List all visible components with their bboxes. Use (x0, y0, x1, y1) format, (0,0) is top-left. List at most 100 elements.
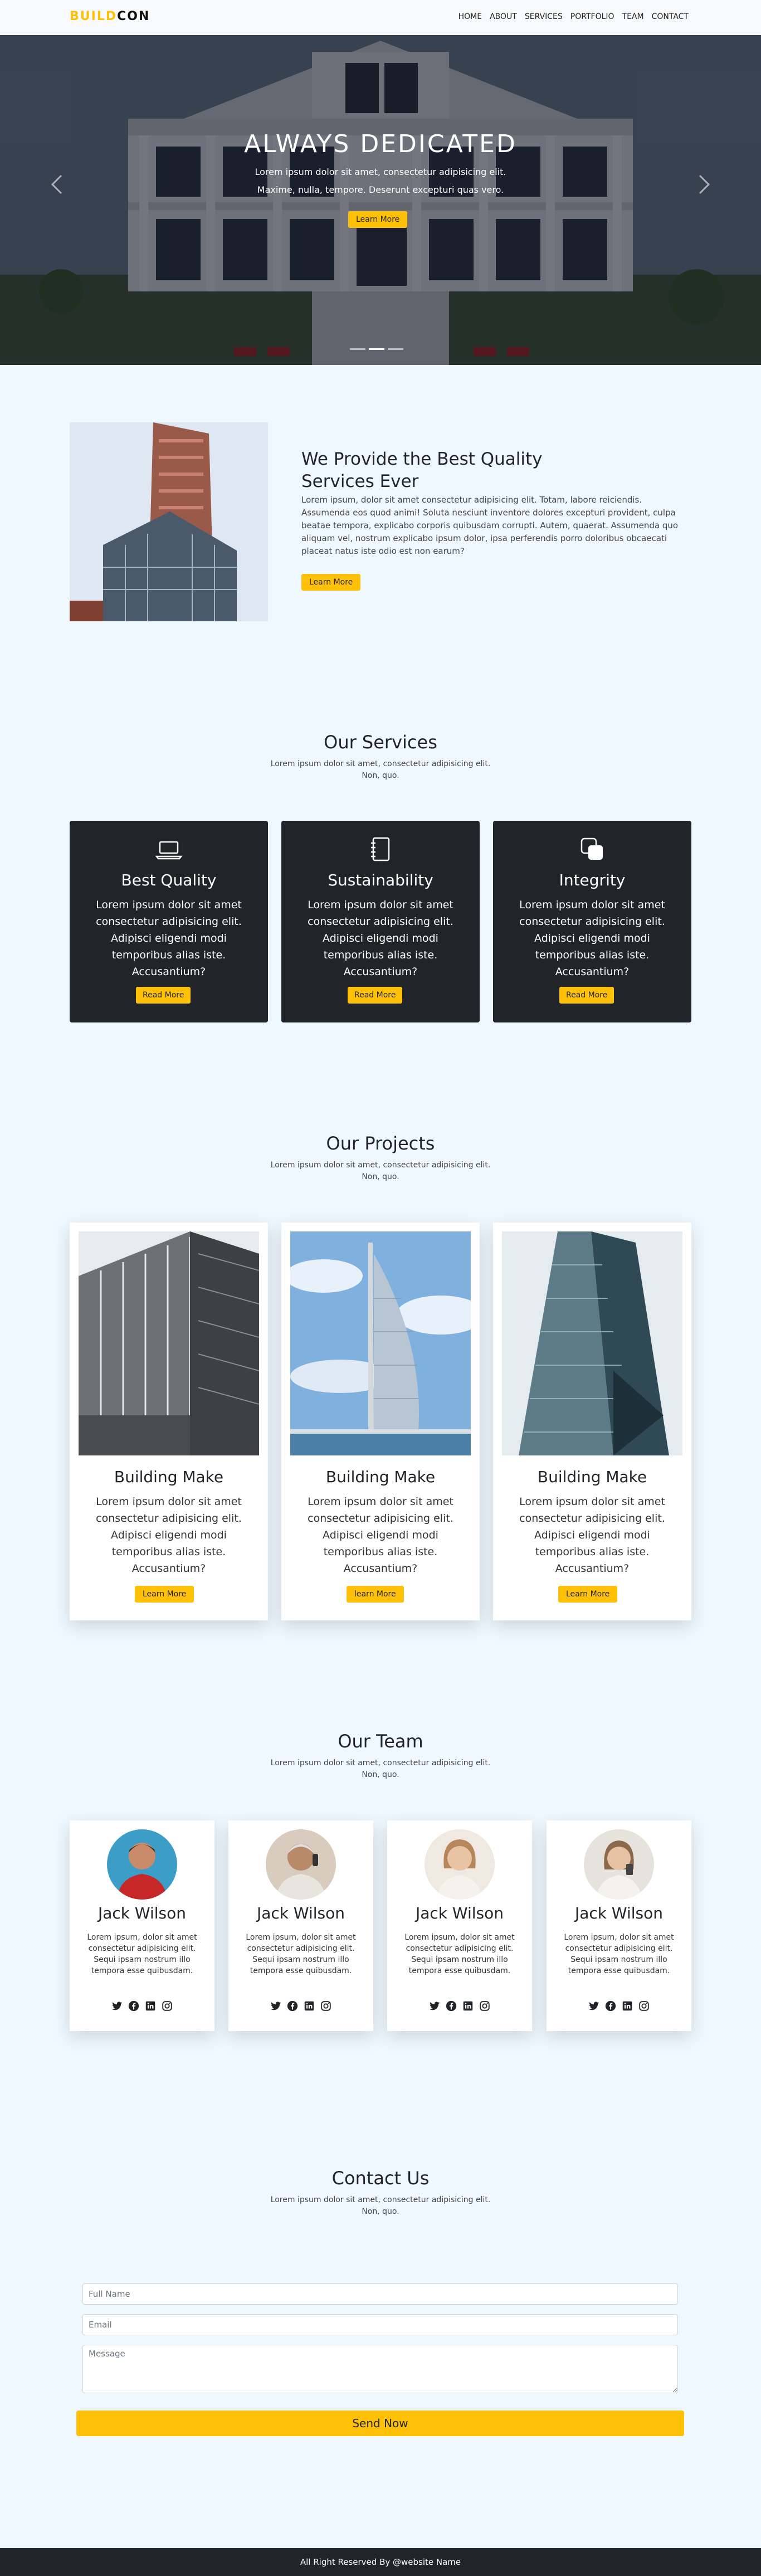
nav-link-home[interactable]: HOME (458, 12, 482, 21)
brand-part-1: BUILD (70, 9, 118, 23)
instagram-icon[interactable] (161, 2000, 173, 2012)
email-input[interactable] (82, 2314, 678, 2335)
project-learn-more-button[interactable]: learn More (347, 1586, 404, 1603)
services-title: Our Services (324, 732, 437, 753)
project-learn-more-button[interactable]: Learn More (558, 1586, 618, 1603)
instagram-icon[interactable] (638, 2000, 650, 2012)
nav-link-services[interactable]: SERVICES (525, 12, 563, 21)
member-bio: Lorem ipsum, dolor sit amet consectetur … (87, 1933, 197, 1975)
service-card-sustainability: Sustainability Lorem ipsum dolor sit ame… (281, 821, 480, 1022)
instagram-icon[interactable] (320, 2000, 332, 2012)
contact-title: Contact Us (331, 2168, 430, 2189)
send-now-button[interactable]: Send Now (76, 2411, 684, 2436)
project-image-sail-tower (290, 1231, 471, 1455)
nav-link-contact[interactable]: CONTACT (652, 12, 689, 21)
brand-logo[interactable]: BUILDCON (70, 9, 150, 23)
facebook-icon[interactable] (286, 2000, 299, 2012)
project-text: Lorem ipsum dolor sit amet consectetur a… (308, 1496, 453, 1575)
twitter-icon[interactable] (270, 2000, 282, 2012)
service-read-more-button[interactable]: Read More (136, 987, 191, 1004)
laptop-icon (155, 835, 183, 863)
twitter-icon[interactable] (428, 2000, 441, 2012)
contact-subtitle: Lorem ipsum dolor sit amet, consectetur … (270, 2195, 491, 2216)
projects-subtitle: Lorem ipsum dolor sit amet, consectetur … (270, 1161, 491, 1181)
team-title: Our Team (338, 1731, 423, 1752)
navbar: BUILDCON HOME ABOUT SERVICES PORTFOLIO T… (0, 0, 761, 35)
nav-link-about[interactable]: ABOUT (490, 12, 517, 21)
member-name: Jack Wilson (97, 1904, 187, 1922)
hero-line-1: Lorem ipsum dolor sit amet, consectetur … (255, 167, 506, 177)
carousel-indicators (350, 348, 403, 350)
social-links (70, 2000, 214, 2012)
footer: All Right Reserved By @website Name (0, 2548, 761, 2576)
journal-icon (367, 835, 394, 863)
service-text: Lorem ipsum dolor sit amet consectetur a… (96, 899, 242, 978)
social-links (387, 2000, 532, 2012)
chevron-left-icon[interactable] (50, 173, 64, 201)
about-building-image (70, 422, 268, 621)
nav-link-team[interactable]: TEAM (622, 12, 644, 21)
nav-menu: HOME ABOUT SERVICES PORTFOLIO TEAM CONTA… (458, 12, 689, 21)
facebook-icon[interactable] (128, 2000, 140, 2012)
project-card: Building Make Lorem ipsum dolor sit amet… (70, 1223, 268, 1620)
nav-link-portfolio[interactable]: PORTFOLIO (570, 12, 614, 21)
page: BUILDCON HOME ABOUT SERVICES PORTFOLIO T… (0, 0, 761, 2576)
service-card-best-quality: Best Quality Lorem ipsum dolor sit amet … (70, 821, 268, 1022)
twitter-icon[interactable] (111, 2000, 123, 2012)
team-card: Jack Wilson Lorem ipsum, dolor sit amet … (70, 1820, 214, 2031)
project-image-glass-tower (502, 1231, 682, 1455)
avatar (107, 1829, 177, 1900)
instagram-icon[interactable] (479, 2000, 491, 2012)
service-read-more-button[interactable]: Read More (348, 987, 403, 1004)
hero-line-2: Maxime, nulla, tempore. Deserunt exceptu… (257, 184, 504, 195)
linkedin-icon[interactable] (621, 2000, 633, 2012)
service-text: Lorem ipsum dolor sit amet consectetur a… (519, 899, 665, 978)
team-card: Jack Wilson Lorem ipsum, dolor sit amet … (228, 1820, 373, 2031)
project-text: Lorem ipsum dolor sit amet consectetur a… (519, 1496, 665, 1575)
project-card: Building Make Lorem ipsum dolor sit amet… (281, 1223, 480, 1620)
about-text: Lorem ipsum, dolor sit amet consectetur … (301, 495, 679, 556)
linkedin-icon[interactable] (462, 2000, 474, 2012)
carousel-indicator-1[interactable] (350, 348, 365, 350)
team-subtitle: Lorem ipsum dolor sit amet, consectetur … (270, 1759, 491, 1779)
full-name-input[interactable] (82, 2283, 678, 2305)
twitter-icon[interactable] (588, 2000, 600, 2012)
member-name: Jack Wilson (256, 1904, 345, 1922)
brand-part-2: CON (117, 9, 150, 23)
social-links (547, 2000, 691, 2012)
carousel-indicator-3[interactable] (388, 348, 403, 350)
projects-title: Our Projects (326, 1133, 435, 1154)
hero-learn-more-button[interactable]: Learn More (348, 211, 408, 228)
service-title: Best Quality (121, 871, 217, 889)
project-title: Building Make (537, 1468, 647, 1486)
facebook-icon[interactable] (445, 2000, 457, 2012)
chevron-right-icon[interactable] (697, 173, 711, 201)
project-text: Lorem ipsum dolor sit amet consectetur a… (96, 1496, 242, 1575)
member-bio: Lorem ipsum, dolor sit amet consectetur … (246, 1933, 356, 1975)
about-learn-more-button[interactable]: Learn More (301, 574, 361, 591)
service-read-more-button[interactable]: Read More (559, 987, 614, 1004)
avatar (266, 1829, 336, 1900)
linkedin-icon[interactable] (144, 2000, 157, 2012)
avatar (425, 1829, 495, 1900)
services-subtitle: Lorem ipsum dolor sit amet, consectetur … (270, 759, 491, 780)
facebook-icon[interactable] (604, 2000, 617, 2012)
layers-icon (578, 835, 606, 863)
footer-copyright: All Right Reserved By @website Name (300, 2557, 461, 2567)
member-name: Jack Wilson (415, 1904, 504, 1922)
member-bio: Lorem ipsum, dolor sit amet consectetur … (564, 1933, 674, 1975)
hero-title: ALWAYS DEDICATED (244, 130, 517, 158)
service-title: Sustainability (328, 871, 433, 889)
project-title: Building Make (114, 1468, 224, 1486)
service-title: Integrity (559, 871, 626, 889)
project-learn-more-button[interactable]: Learn More (135, 1586, 194, 1603)
message-textarea[interactable] (82, 2345, 678, 2393)
service-text: Lorem ipsum dolor sit amet consectetur a… (308, 899, 453, 978)
team-card: Jack Wilson Lorem ipsum, dolor sit amet … (547, 1820, 691, 2031)
about-title: We Provide the Best Quality Services Eve… (301, 449, 543, 491)
project-image-office-tower (79, 1231, 259, 1455)
linkedin-icon[interactable] (303, 2000, 315, 2012)
member-name: Jack Wilson (574, 1904, 664, 1922)
hero-carousel: ALWAYS DEDICATED Lorem ipsum dolor sit a… (0, 35, 761, 365)
carousel-indicator-2[interactable] (369, 348, 384, 350)
